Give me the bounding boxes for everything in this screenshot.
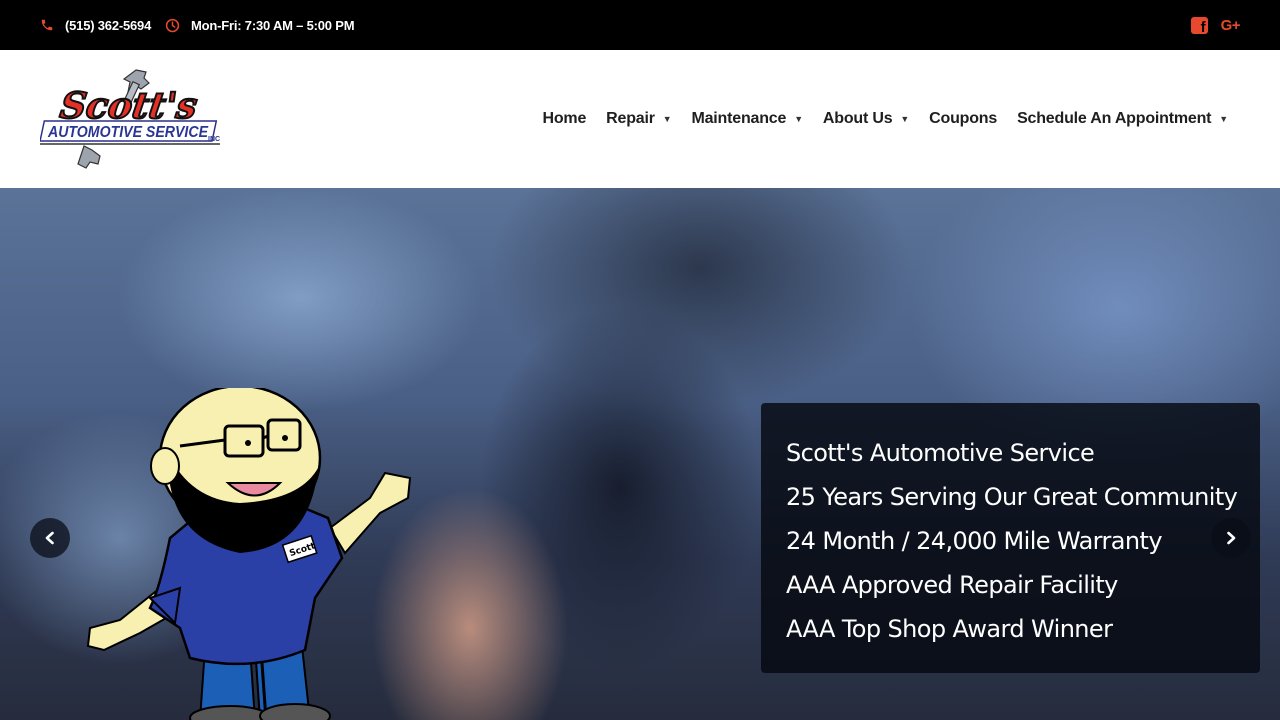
nav-repair[interactable]: Repair ▼	[606, 110, 672, 128]
site-header: Scott's AUTOMOTIVE SERVICE INC Home Repa…	[0, 50, 1280, 188]
nav-about-us[interactable]: About Us ▼	[823, 110, 909, 128]
top-bar: (515) 362-5694 Mon-Fri: 7:30 AM – 5:00 P…	[0, 0, 1280, 50]
phone-number[interactable]: (515) 362-5694	[65, 18, 151, 33]
nav-home[interactable]: Home	[542, 110, 586, 128]
caption-line: AAA Approved Repair Facility	[786, 571, 1118, 599]
caret-down-icon[interactable]: ▼	[900, 114, 909, 124]
logo-banner-text: AUTOMOTIVE SERVICE	[47, 124, 209, 141]
nav-maintenance[interactable]: Maintenance ▼	[691, 110, 803, 128]
facebook-icon[interactable]: f	[1190, 16, 1208, 35]
nav-coupons-label[interactable]: Coupons	[929, 110, 997, 128]
phone-contact[interactable]: (515) 362-5694	[40, 0, 151, 50]
caption-line: 25 Years Serving Our Great Community	[786, 483, 1238, 511]
hero-slider: Scott Scott's Automotive Service 25 Year…	[0, 188, 1280, 720]
mascot-illustration: Scott	[86, 388, 412, 720]
chevron-right-icon	[1227, 531, 1236, 545]
caption-line: AAA Top Shop Award Winner	[786, 615, 1113, 643]
site-logo[interactable]: Scott's AUTOMOTIVE SERVICE INC	[39, 66, 230, 172]
nav-coupons[interactable]: Coupons	[929, 110, 997, 128]
caption-line: Scott's Automotive Service	[786, 439, 1095, 467]
caret-down-icon[interactable]: ▼	[1219, 114, 1228, 124]
social-links: f G+	[1190, 0, 1241, 50]
main-navigation: Home Repair ▼ Maintenance ▼ About Us ▼ C…	[522, 50, 1228, 188]
slider-prev-button[interactable]	[30, 518, 70, 558]
clock-icon	[165, 18, 180, 33]
slider-next-button[interactable]	[1211, 518, 1251, 558]
caption-line: 24 Month / 24,000 Mile Warranty	[786, 527, 1163, 555]
hours-text: Mon-Fri: 7:30 AM – 5:00 PM	[191, 17, 355, 33]
google-plus-icon[interactable]: G+	[1221, 17, 1241, 34]
slide-caption-box: Scott's Automotive Service 25 Years Serv…	[761, 403, 1260, 673]
nav-schedule-appointment[interactable]: Schedule An Appointment ▼	[1017, 110, 1228, 128]
nav-about-us-label[interactable]: About Us	[823, 110, 893, 128]
business-hours: Mon-Fri: 7:30 AM – 5:00 PM	[165, 0, 355, 50]
nav-home-label[interactable]: Home	[542, 110, 586, 128]
nav-repair-label[interactable]: Repair	[606, 110, 655, 128]
nav-schedule-label[interactable]: Schedule An Appointment	[1017, 110, 1211, 128]
nav-maintenance-label[interactable]: Maintenance	[691, 110, 786, 128]
logo-inc-text: INC	[208, 136, 220, 143]
phone-icon	[40, 18, 54, 32]
caret-down-icon[interactable]: ▼	[794, 114, 803, 124]
caret-down-icon[interactable]: ▼	[663, 114, 672, 124]
chevron-left-icon	[45, 531, 54, 545]
